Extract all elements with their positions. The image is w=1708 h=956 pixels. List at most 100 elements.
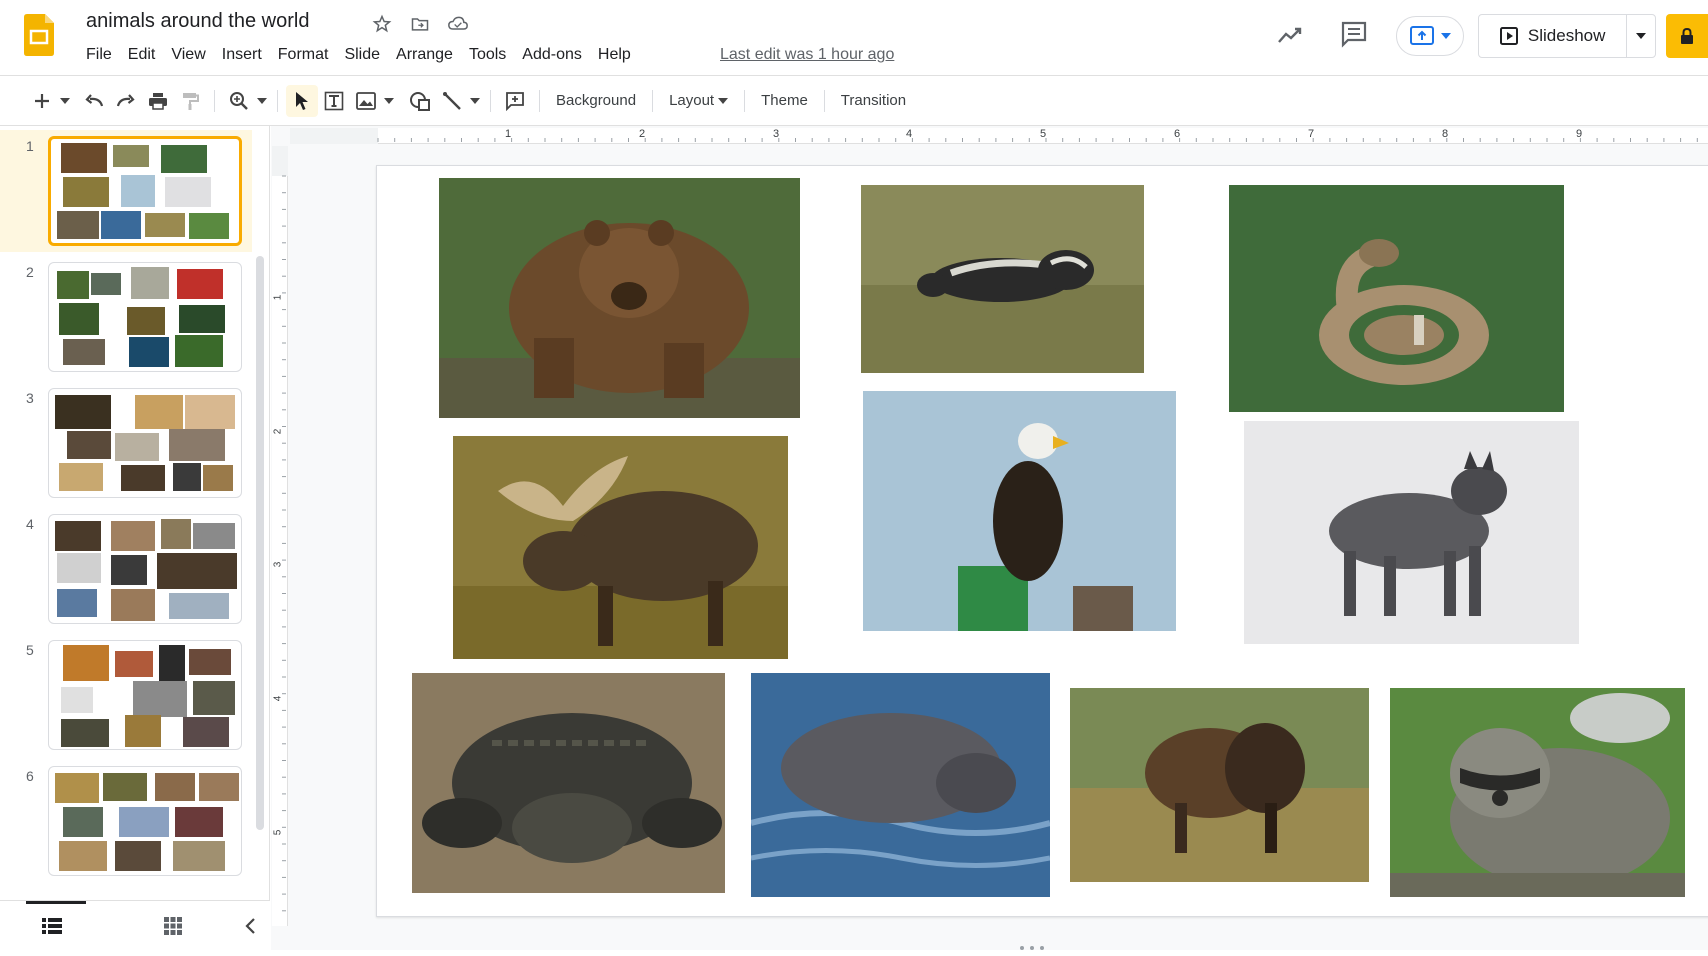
ruler-number: 1: [505, 128, 512, 140]
grid-view-icon[interactable]: [164, 917, 182, 935]
document-title[interactable]: animals around the world: [86, 10, 309, 33]
text-box-button[interactable]: [318, 85, 350, 117]
raccoon-photo[interactable]: [1390, 688, 1685, 897]
gray-wolf-photo[interactable]: [1244, 421, 1579, 644]
background-button[interactable]: Background: [548, 85, 644, 117]
slideshow-options-dropdown[interactable]: [1627, 15, 1655, 57]
collapse-filmstrip-icon[interactable]: [238, 913, 264, 939]
main-toolbar: Background Layout Theme Transition: [0, 76, 1708, 126]
zoom-button[interactable]: [223, 85, 255, 117]
slide-number: 4: [26, 516, 34, 532]
insert-image-button[interactable]: [350, 85, 382, 117]
slides-logo-icon[interactable]: [24, 14, 54, 56]
cursor-arrow-icon: [296, 91, 308, 110]
menu-slide[interactable]: Slide: [336, 44, 388, 66]
slideshow-label: Slideshow: [1527, 26, 1606, 45]
transition-button[interactable]: Transition: [833, 85, 914, 117]
shape-button[interactable]: [404, 85, 436, 117]
new-slide-layout-dropdown[interactable]: [58, 85, 72, 117]
present-to-meeting-button[interactable]: [1396, 16, 1464, 56]
present-upload-icon: [1410, 26, 1434, 45]
filmstrip-slide[interactable]: 2: [0, 256, 252, 378]
redo-button[interactable]: [110, 85, 142, 117]
toolbar-divider: [823, 89, 825, 112]
play-slideshow-icon: [1499, 27, 1518, 45]
alligator-photo[interactable]: [412, 673, 725, 893]
menu-addons[interactable]: Add-ons: [514, 44, 590, 66]
ruler-number: 2: [272, 428, 284, 435]
ruler-number: 3: [272, 561, 284, 568]
title-actions: [370, 12, 470, 36]
rattlesnake-photo[interactable]: [1229, 185, 1564, 412]
moose-photo[interactable]: [453, 436, 788, 659]
speaker-notes-resize-handle[interactable]: [1018, 938, 1046, 950]
ruler-number: 7: [1308, 128, 1315, 140]
slide-thumbnail: [48, 388, 242, 498]
app-header: animals around the world File Edit View …: [0, 0, 1708, 76]
menu-insert[interactable]: Insert: [214, 44, 270, 66]
slide-number: 1: [26, 138, 34, 154]
activity-dashboard-icon[interactable]: [1274, 20, 1306, 52]
star-icon[interactable]: [370, 12, 394, 36]
active-view-indicator: [26, 901, 86, 904]
bison-photo[interactable]: [1070, 688, 1369, 882]
undo-button[interactable]: [78, 85, 110, 117]
list-view-icon[interactable]: [42, 917, 62, 935]
last-edit-link[interactable]: Last edit was 1 hour ago: [720, 46, 894, 64]
toolbar-divider: [490, 89, 491, 112]
ruler-number: 6: [1174, 128, 1181, 140]
move-folder-icon[interactable]: [408, 12, 432, 36]
slideshow-button-group: Slideshow: [1478, 14, 1656, 58]
chevron-down-icon: [384, 97, 394, 104]
skunk-photo[interactable]: [861, 185, 1144, 373]
slide-number: 6: [26, 768, 34, 784]
layout-label: Layout: [669, 92, 715, 109]
vertical-ruler[interactable]: 1 2 3 4 5: [272, 146, 288, 926]
chevron-down-icon: [1636, 33, 1647, 39]
horizontal-ruler[interactable]: 1 2 3 4 5 6 7 8 9: [290, 128, 1708, 144]
undo-icon: [85, 93, 104, 106]
chevron-down-icon: [1441, 33, 1451, 39]
toolbar-divider: [214, 89, 215, 112]
filmstrip-slide[interactable]: 3: [0, 382, 252, 504]
chevron-down-icon: [718, 97, 729, 104]
slideshow-button[interactable]: Slideshow: [1479, 15, 1628, 57]
paint-format-button[interactable]: [174, 85, 206, 117]
line-icon: [443, 91, 461, 110]
menu-edit[interactable]: Edit: [120, 44, 164, 66]
insert-image-dropdown[interactable]: [382, 85, 396, 117]
comment-history-icon[interactable]: [1338, 18, 1370, 50]
grizzly-bear-photo[interactable]: [439, 178, 800, 418]
new-slide-button[interactable]: [26, 85, 58, 117]
line-button[interactable]: [436, 85, 468, 117]
zoom-dropdown[interactable]: [255, 85, 269, 117]
filmstrip-slide[interactable]: 4: [0, 508, 252, 630]
share-button[interactable]: [1666, 14, 1708, 58]
filmstrip-slide[interactable]: 1: [0, 130, 252, 252]
menu-tools[interactable]: Tools: [461, 44, 514, 66]
filmstrip-slide[interactable]: 5: [0, 634, 252, 756]
menu-format[interactable]: Format: [270, 44, 337, 66]
layout-button[interactable]: Layout: [661, 85, 736, 117]
slide-canvas[interactable]: [376, 165, 1708, 917]
theme-button[interactable]: Theme: [753, 85, 816, 117]
menu-view[interactable]: View: [163, 44, 213, 66]
print-button[interactable]: [142, 85, 174, 117]
toolbar-divider: [652, 89, 654, 112]
ruler-number: 4: [906, 128, 913, 140]
menu-help[interactable]: Help: [590, 44, 639, 66]
cloud-saved-icon[interactable]: [446, 12, 470, 36]
bald-eagle-photo[interactable]: [863, 391, 1176, 631]
filmstrip-footer: [0, 900, 270, 950]
filmstrip-slide[interactable]: 6: [0, 760, 252, 882]
select-tool-button[interactable]: [286, 84, 318, 117]
ruler-number: 5: [1040, 128, 1047, 140]
ruler-number: 9: [1576, 128, 1583, 140]
ruler-number: 8: [1442, 128, 1449, 140]
menu-file[interactable]: File: [78, 44, 120, 66]
menu-arrange[interactable]: Arrange: [388, 44, 461, 66]
line-dropdown[interactable]: [468, 85, 482, 117]
filmstrip-scrollbar[interactable]: [256, 256, 264, 830]
beaver-photo[interactable]: [751, 673, 1050, 897]
add-comment-button[interactable]: [499, 85, 531, 117]
